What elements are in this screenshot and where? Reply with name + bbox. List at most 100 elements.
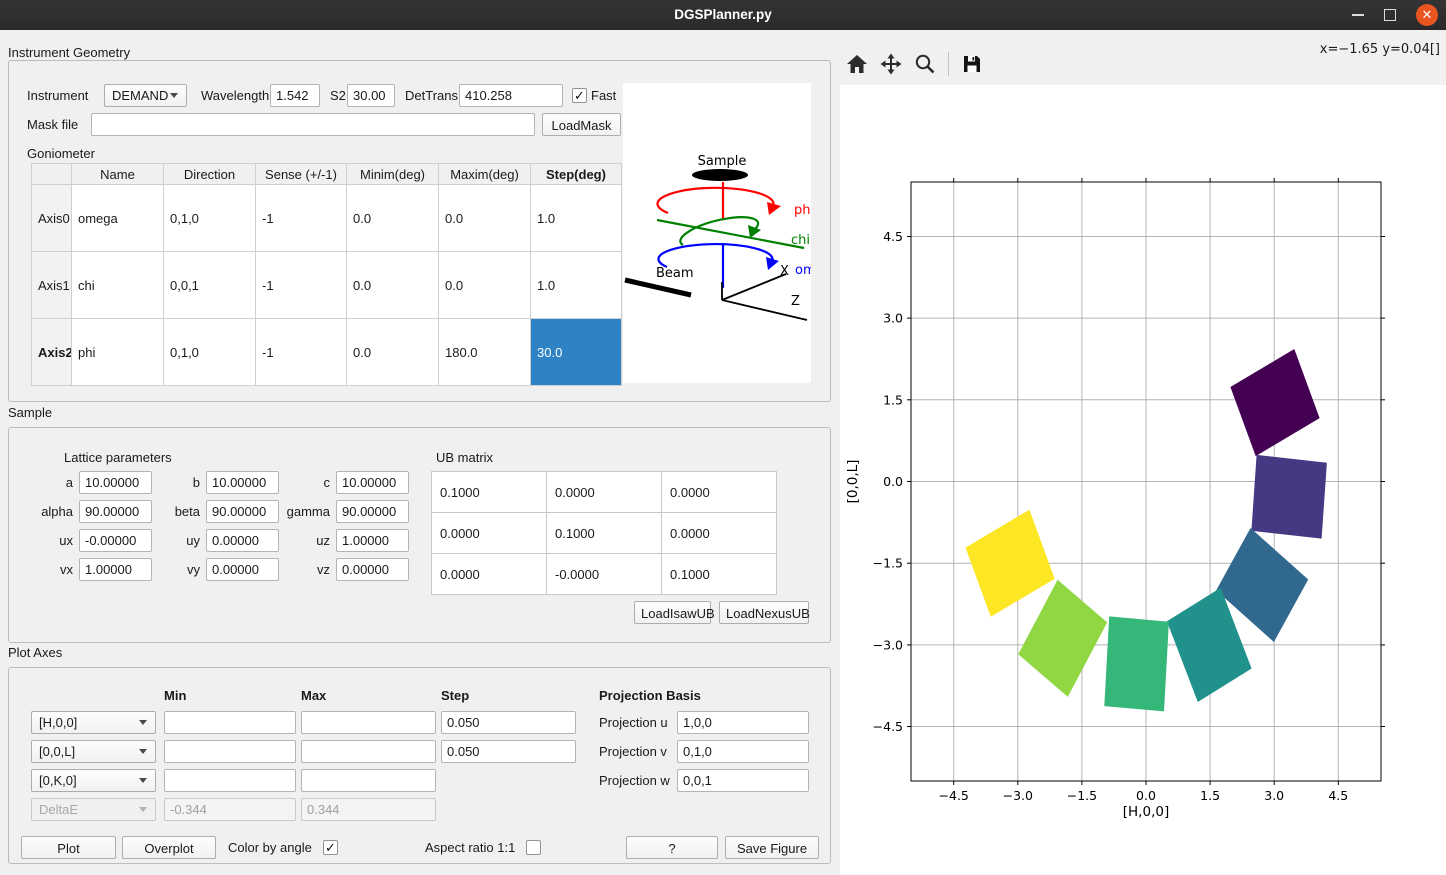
lattice-b-input[interactable] — [206, 471, 279, 494]
fast-checkbox[interactable]: ✓ — [572, 88, 587, 103]
gonio-cell[interactable]: 180.0 — [439, 319, 531, 386]
gonio-cell[interactable]: 0.0 — [347, 252, 439, 319]
axis2-step-input[interactable] — [441, 740, 576, 763]
gonio-header-name[interactable]: Name — [72, 164, 164, 185]
instrument-label: Instrument — [27, 84, 88, 107]
gonio-cell[interactable]: phi — [72, 319, 164, 386]
projection-basis-header: Projection Basis — [599, 684, 701, 707]
gonio-cell[interactable]: omega — [72, 185, 164, 252]
color-by-angle-checkbox[interactable]: ✓ — [323, 840, 338, 855]
axis3-max-input[interactable] — [301, 769, 436, 792]
overplot-button[interactable]: Overplot — [122, 836, 216, 859]
s2-input[interactable] — [347, 84, 395, 107]
gonio-cell[interactable]: 0.0 — [439, 252, 531, 319]
axis3-dimension-dropdown[interactable]: [0,K,0] — [31, 769, 156, 792]
instrument-geometry-group: Instrument DEMAND Wavelength S2 DetTrans… — [8, 60, 831, 402]
lattice-a-input[interactable] — [79, 471, 152, 494]
projection-w-input[interactable] — [677, 769, 809, 792]
svg-text:1.5: 1.5 — [1200, 788, 1220, 803]
plot-button[interactable]: Plot — [21, 836, 116, 859]
lattice-c-input[interactable] — [336, 471, 409, 494]
lattice-vx-input[interactable] — [79, 558, 152, 581]
gonio-cell[interactable]: -1 — [256, 319, 347, 386]
aspect-ratio-checkbox[interactable] — [526, 840, 541, 855]
ub-cell[interactable]: 0.1000 — [662, 554, 777, 595]
load-isaw-ub-button[interactable]: LoadIsawUB — [634, 601, 711, 624]
dettrans-input[interactable] — [459, 84, 563, 107]
projection-u-input[interactable] — [677, 711, 809, 734]
lattice-uz-input[interactable] — [336, 529, 409, 552]
ub-cell[interactable]: -0.0000 — [547, 554, 662, 595]
zoom-icon[interactable] — [914, 53, 936, 75]
gonio-cell[interactable]: 0.0 — [439, 185, 531, 252]
maximize-icon[interactable] — [1384, 9, 1396, 21]
gonio-cell[interactable]: 1.0 — [531, 252, 622, 319]
gonio-header-direction[interactable]: Direction — [164, 164, 256, 185]
gonio-cell[interactable]: 0,1,0 — [164, 185, 256, 252]
minimize-icon[interactable] — [1352, 14, 1364, 16]
axis1-dimension-dropdown[interactable]: [H,0,0] — [31, 711, 156, 734]
gonio-row-header[interactable]: Axis1 — [32, 252, 72, 319]
home-icon[interactable] — [846, 53, 868, 75]
ub-cell[interactable]: 0.1000 — [547, 513, 662, 554]
save-icon[interactable] — [961, 53, 983, 75]
ub-cell[interactable]: 0.0000 — [432, 513, 547, 554]
lattice-vy-input[interactable] — [206, 558, 279, 581]
gonio-cell[interactable]: 0.0 — [347, 185, 439, 252]
axis1-step-input[interactable] — [441, 711, 576, 734]
gonio-cell-selected[interactable]: 30.0 — [531, 319, 622, 386]
gonio-header-max[interactable]: Maxim(deg) — [439, 164, 531, 185]
plot-canvas[interactable]: −4.5−3.0−1.50.01.53.04.5−4.5−3.0−1.50.01… — [840, 85, 1446, 875]
axis1-min-input[interactable] — [164, 711, 296, 734]
load-nexus-ub-button[interactable]: LoadNexusUB — [719, 601, 809, 624]
close-icon[interactable]: ✕ — [1416, 4, 1438, 26]
projection-v-input[interactable] — [677, 740, 809, 763]
axis1-max-input[interactable] — [301, 711, 436, 734]
gonio-cell[interactable]: 0,1,0 — [164, 319, 256, 386]
axis3-min-input[interactable] — [164, 769, 296, 792]
axis2-max-input[interactable] — [301, 740, 436, 763]
ub-cell[interactable]: 0.0000 — [432, 554, 547, 595]
gonio-cell[interactable]: -1 — [256, 185, 347, 252]
gonio-row-header[interactable]: Axis0 — [32, 185, 72, 252]
load-mask-button[interactable]: LoadMask — [542, 113, 621, 136]
gonio-header-min[interactable]: Minim(deg) — [347, 164, 439, 185]
lattice-beta-input[interactable] — [206, 500, 279, 523]
gonio-cell[interactable]: 0.0 — [347, 319, 439, 386]
min-column-header: Min — [164, 684, 186, 707]
ub-cell[interactable]: 0.0000 — [662, 472, 777, 513]
save-figure-button[interactable]: Save Figure — [725, 836, 819, 859]
axis2-dimension-dropdown[interactable]: [0,0,L] — [31, 740, 156, 763]
lattice-gamma-label: gamma — [279, 504, 330, 519]
gonio-header-sense[interactable]: Sense (+/-1) — [256, 164, 347, 185]
help-button[interactable]: ? — [626, 836, 718, 859]
mask-file-input[interactable] — [91, 113, 535, 136]
axis2-min-input[interactable] — [164, 740, 296, 763]
gonio-cell[interactable]: chi — [72, 252, 164, 319]
gonio-row-header[interactable]: Axis2 — [32, 319, 72, 386]
table-row: Axis2 phi 0,1,0 -1 0.0 180.0 30.0 — [32, 319, 622, 386]
ub-cell[interactable]: 0.0000 — [662, 513, 777, 554]
lattice-gamma-input[interactable] — [336, 500, 409, 523]
lattice-alpha-input[interactable] — [79, 500, 152, 523]
svg-text:[H,0,0]: [H,0,0] — [1123, 804, 1169, 820]
wavelength-input[interactable] — [270, 84, 320, 107]
gonio-cell[interactable]: -1 — [256, 252, 347, 319]
instrument-dropdown[interactable]: DEMAND — [104, 84, 187, 107]
pan-icon[interactable] — [880, 53, 902, 75]
svg-text:3.0: 3.0 — [1264, 788, 1284, 803]
diagram-beam-label: Beam — [656, 266, 694, 281]
ub-cell[interactable]: 0.1000 — [432, 472, 547, 513]
ub-matrix-table: 0.1000 0.0000 0.0000 0.0000 0.1000 0.000… — [431, 471, 777, 595]
gonio-cell[interactable]: 1.0 — [531, 185, 622, 252]
axis4-dimension-dropdown: DeltaE — [31, 798, 156, 821]
application-window: DGSPlanner.py ✕ Instrument Geometry Inst… — [0, 0, 1446, 875]
gonio-cell[interactable]: 0,0,1 — [164, 252, 256, 319]
ub-cell[interactable]: 0.0000 — [547, 472, 662, 513]
lattice-uy-input[interactable] — [206, 529, 279, 552]
lattice-vy-label: vy — [152, 562, 200, 577]
lattice-vz-input[interactable] — [336, 558, 409, 581]
coverage-plot: −4.5−3.0−1.50.01.53.04.5−4.5−3.0−1.50.01… — [840, 85, 1446, 875]
lattice-ux-input[interactable] — [79, 529, 152, 552]
gonio-header-step[interactable]: Step(deg) — [531, 164, 622, 185]
